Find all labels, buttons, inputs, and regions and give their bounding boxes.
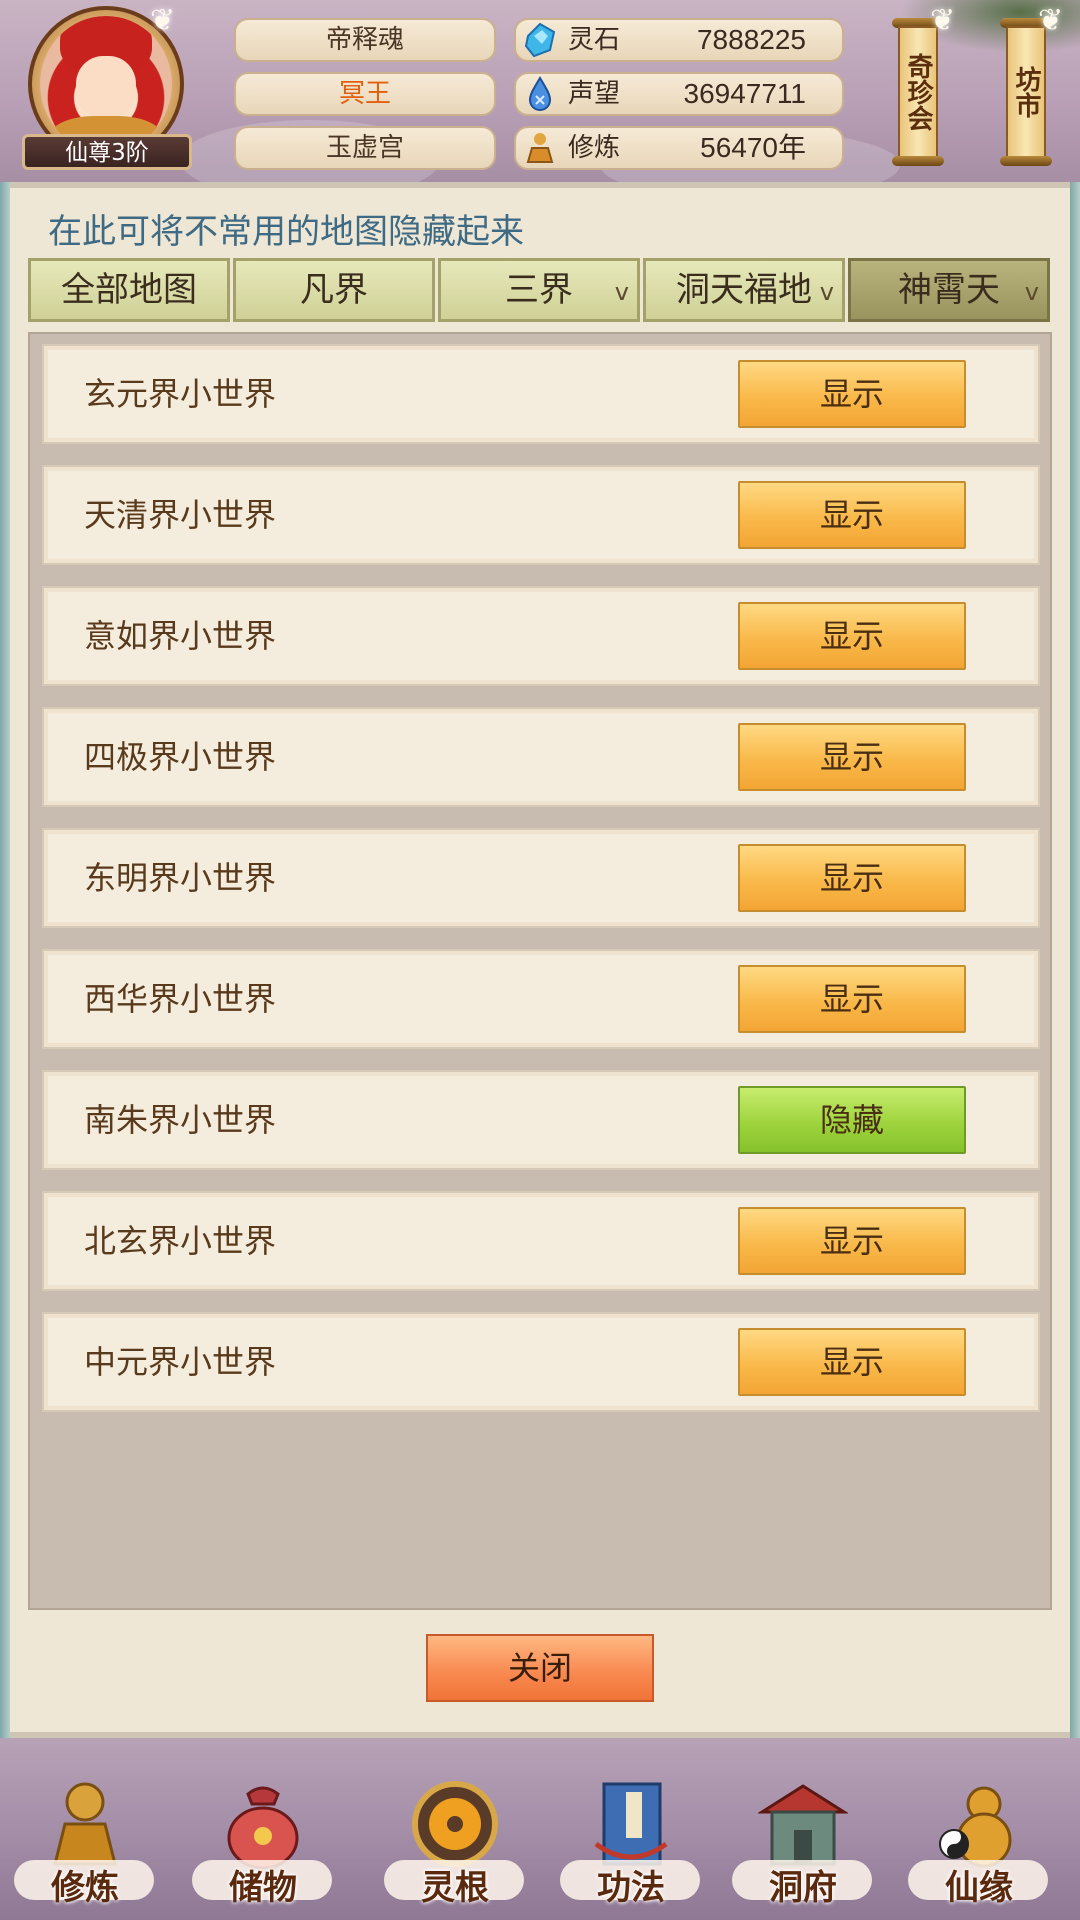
scripture-book-icon <box>594 1782 668 1866</box>
map-name: 玄元界小世界 <box>84 375 277 413</box>
chevron-down-icon: v <box>1024 278 1039 306</box>
gourd-yinyang-icon <box>939 1786 1012 1868</box>
stat-label: 修炼 <box>568 133 621 163</box>
list-item: 西华界小世界 显示 <box>42 949 1040 1049</box>
nav-techniques[interactable]: 功法 <box>546 1738 716 1920</box>
butterfly-icon: ❦ <box>1038 3 1064 38</box>
list-item: 南朱界小世界 隐藏 <box>42 1070 1040 1170</box>
nav-label: 灵根 <box>421 1868 489 1908</box>
stat-label: 灵石 <box>568 25 621 55</box>
tab-label: 全部地图 <box>61 270 197 310</box>
show-button[interactable]: 显示 <box>738 602 966 670</box>
nav-label: 修炼 <box>51 1868 119 1908</box>
tab-shenxiao-heaven[interactable]: 神霄天 v <box>848 258 1050 322</box>
map-name: 北玄界小世界 <box>84 1222 277 1260</box>
close-button[interactable]: 关闭 <box>426 1634 654 1702</box>
hide-button[interactable]: 隐藏 <box>738 1086 966 1154</box>
stat-value: 56470年 <box>700 132 806 163</box>
nav-cultivate[interactable]: 修炼 <box>0 1738 170 1920</box>
panel-border <box>1070 182 1080 1738</box>
tab-label: 洞天福地 <box>676 270 812 310</box>
tab-label: 三界 <box>505 270 573 310</box>
map-name: 四极界小世界 <box>84 738 277 776</box>
spirit-root-orb-icon <box>412 1781 498 1867</box>
show-button[interactable]: 显示 <box>738 1328 966 1396</box>
spirit-stone-icon <box>524 22 556 58</box>
stat-prestige: 声望 36947711 <box>514 72 844 116</box>
map-name: 南朱界小世界 <box>84 1101 277 1139</box>
treasure-bag-icon <box>227 1786 299 1870</box>
nav-destiny[interactable]: 仙缘 <box>894 1738 1064 1920</box>
map-name: 意如界小世界 <box>84 617 277 655</box>
map-category-tabs: 全部地图 凡界 三界 v 洞天福地 v 神霄天 v <box>28 258 1052 322</box>
nav-storage[interactable]: 储物 <box>178 1738 348 1920</box>
nav-label: 功法 <box>597 1868 665 1908</box>
show-button[interactable]: 显示 <box>738 723 966 791</box>
panel-hint: 在此可将不常用的地图隐藏起来 <box>48 212 524 252</box>
stat-value: 36947711 <box>683 78 807 109</box>
list-item: 北玄界小世界 显示 <box>42 1191 1040 1291</box>
show-button[interactable]: 显示 <box>738 965 966 1033</box>
map-name: 西华界小世界 <box>84 980 277 1018</box>
cultivation-icon <box>526 133 554 163</box>
nav-label: 洞府 <box>769 1868 837 1908</box>
chevron-down-icon: v <box>614 278 629 306</box>
list-item: 四极界小世界 显示 <box>42 707 1040 807</box>
list-item: 天清界小世界 显示 <box>42 465 1040 565</box>
nav-spirit-root[interactable]: 灵根 <box>370 1738 540 1920</box>
cave-dwelling-icon <box>758 1784 848 1866</box>
stat-cultivation: 修炼 56470年 <box>514 126 844 170</box>
market-scroll[interactable]: 坊市 <box>1000 18 1052 166</box>
player-title: 冥王 <box>234 72 496 116</box>
player-sect: 玉虚宫 <box>234 126 496 170</box>
stat-value: 7888225 <box>696 24 806 55</box>
meditating-figure-icon <box>53 1782 117 1866</box>
tab-all-maps[interactable]: 全部地图 <box>28 258 230 322</box>
show-button[interactable]: 显示 <box>738 481 966 549</box>
map-name: 中元界小世界 <box>84 1343 277 1381</box>
list-item: 意如界小世界 显示 <box>42 586 1040 686</box>
map-name: 东明界小世界 <box>84 859 277 897</box>
bottom-nav: 修炼 储物 灵根 功法 洞府 仙缘 <box>0 1738 1080 1920</box>
list-item: 玄元界小世界 显示 <box>42 344 1040 444</box>
scroll-label: 坊市 <box>1006 26 1046 158</box>
butterfly-icon: ❦ <box>930 3 956 38</box>
show-button[interactable]: 显示 <box>738 844 966 912</box>
map-name: 天清界小世界 <box>84 496 277 534</box>
chevron-down-icon: v <box>819 278 834 306</box>
tab-mortal-realm[interactable]: 凡界 <box>233 258 435 322</box>
stat-spirit-stone: 灵石 7888225 <box>514 18 844 62</box>
tab-three-realms[interactable]: 三界 v <box>438 258 640 322</box>
stat-label: 声望 <box>568 79 621 109</box>
scroll-label: 奇珍会 <box>898 26 938 158</box>
tab-label: 凡界 <box>300 270 368 310</box>
top-header: ❦ 仙尊3阶 帝释魂 冥王 玉虚宫 灵石 7888225 声望 36947711… <box>0 0 1080 182</box>
player-name: 帝释魂 <box>234 18 496 62</box>
list-item: 中元界小世界 显示 <box>42 1312 1040 1412</box>
list-item: 东明界小世界 显示 <box>42 828 1040 928</box>
prestige-icon <box>528 76 552 111</box>
rank-badge: 仙尊3阶 <box>22 134 192 170</box>
map-list: 玄元界小世界 显示 天清界小世界 显示 意如界小世界 显示 四极界小世界 显示 … <box>28 332 1052 1610</box>
nav-label: 储物 <box>229 1868 297 1908</box>
panel-border <box>0 182 10 1738</box>
treasure-fair-scroll[interactable]: 奇珍会 <box>892 18 944 166</box>
nav-cave-dwelling[interactable]: 洞府 <box>718 1738 888 1920</box>
tab-grotto-heaven[interactable]: 洞天福地 v <box>643 258 845 322</box>
show-button[interactable]: 显示 <box>738 1207 966 1275</box>
butterfly-icon: ❦ <box>150 3 176 38</box>
tab-label: 神霄天 <box>898 270 1000 310</box>
show-button[interactable]: 显示 <box>738 360 966 428</box>
nav-label: 仙缘 <box>945 1868 1013 1908</box>
